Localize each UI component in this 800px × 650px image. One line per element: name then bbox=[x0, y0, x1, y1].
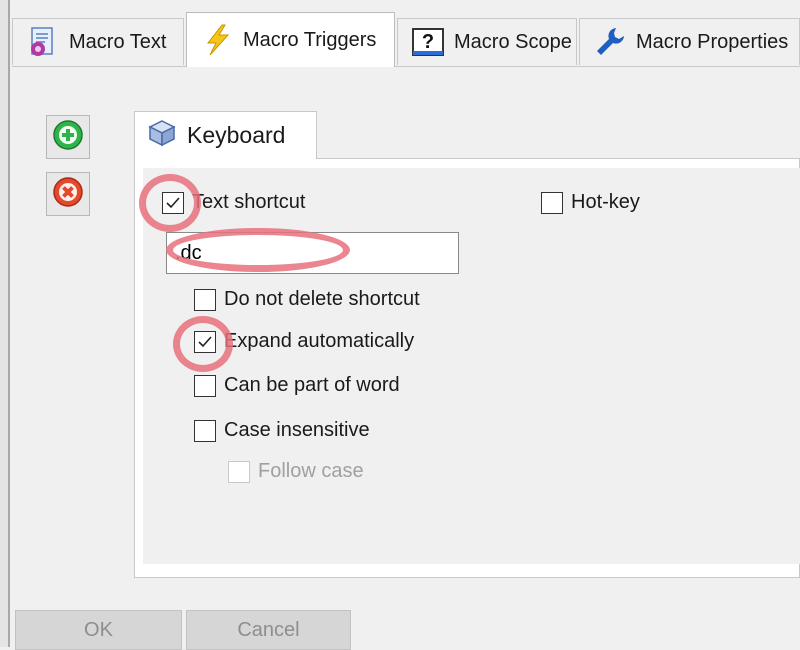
keyboard-cube-icon bbox=[147, 118, 177, 154]
tab-macro-scope[interactable]: ? Macro Scope bbox=[397, 18, 577, 65]
tab-macro-text[interactable]: Macro Text bbox=[12, 18, 184, 65]
tab-macro-properties[interactable]: Macro Properties bbox=[579, 18, 800, 65]
part-of-word-checkbox[interactable]: Can be part of word bbox=[194, 374, 400, 397]
window-left-border bbox=[0, 0, 10, 647]
expand-automatically-label: Expand automatically bbox=[224, 330, 415, 352]
follow-case-label: Follow case bbox=[258, 460, 364, 482]
follow-case-checkbox[interactable]: Follow case bbox=[228, 460, 364, 483]
case-insensitive-label: Case insensitive bbox=[224, 419, 370, 441]
tab-macro-triggers[interactable]: Macro Triggers bbox=[186, 12, 395, 67]
expand-automatically-checkbox[interactable]: Expand automatically bbox=[194, 330, 414, 353]
delete-red-icon bbox=[52, 176, 84, 213]
macro-tab-strip: Macro Text Macro Triggers ? Macro Scope … bbox=[12, 12, 800, 67]
tab-label: Macro Triggers bbox=[243, 28, 377, 51]
tab-label: Macro Text bbox=[69, 30, 167, 53]
checkbox-box bbox=[228, 460, 250, 483]
checkbox-box bbox=[194, 374, 216, 397]
hot-key-checkbox[interactable]: Hot-key bbox=[541, 191, 640, 214]
checkbox-box bbox=[162, 191, 184, 214]
add-trigger-button[interactable] bbox=[46, 115, 90, 159]
question-mark-icon: ? bbox=[410, 24, 446, 60]
do-not-delete-shortcut-checkbox[interactable]: Do not delete shortcut bbox=[194, 288, 420, 311]
cancel-button[interactable]: Cancel bbox=[186, 610, 351, 650]
text-shortcut-checkbox[interactable]: Text shortcut bbox=[162, 191, 305, 214]
checkbox-box bbox=[541, 191, 563, 214]
lightning-icon bbox=[199, 22, 235, 58]
checkbox-box bbox=[194, 419, 216, 442]
macro-text-icon bbox=[25, 24, 61, 60]
svg-text:?: ? bbox=[422, 31, 434, 53]
ok-button[interactable]: OK bbox=[15, 610, 182, 650]
checkbox-box bbox=[194, 288, 216, 311]
case-insensitive-checkbox[interactable]: Case insensitive bbox=[194, 419, 370, 442]
tab-label: Macro Properties bbox=[636, 30, 789, 53]
hot-key-label: Hot-key bbox=[571, 191, 640, 213]
text-shortcut-label: Text shortcut bbox=[192, 191, 306, 213]
do-not-delete-label: Do not delete shortcut bbox=[224, 288, 420, 310]
part-of-word-label: Can be part of word bbox=[224, 374, 400, 396]
tab-label: Macro Scope bbox=[454, 30, 572, 53]
keyboard-tab-label: Keyboard bbox=[187, 122, 286, 148]
shortcut-input[interactable] bbox=[166, 232, 459, 274]
checkbox-box bbox=[194, 330, 216, 353]
add-green-icon bbox=[52, 119, 84, 156]
delete-trigger-button[interactable] bbox=[46, 172, 90, 216]
wrench-icon bbox=[592, 24, 628, 60]
keyboard-options-area bbox=[143, 168, 800, 564]
tab-keyboard[interactable]: Keyboard bbox=[134, 111, 317, 159]
